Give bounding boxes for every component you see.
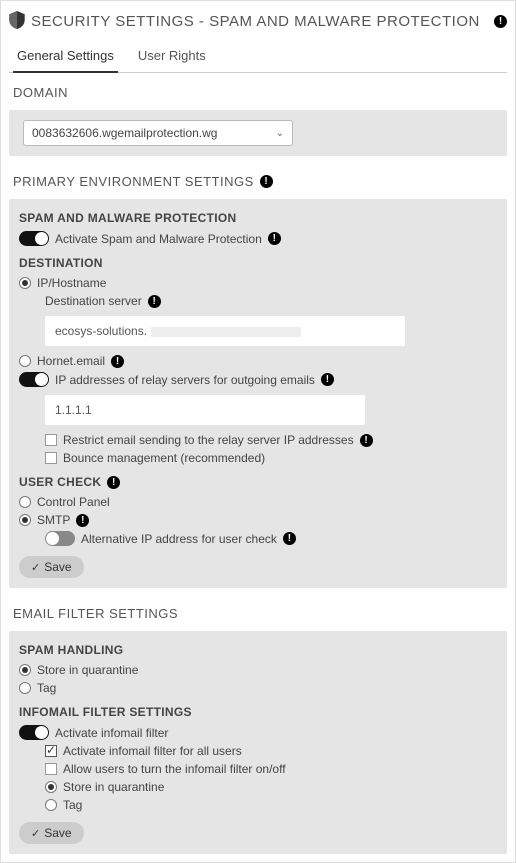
infomail-all-users-label: Activate infomail filter for all users (63, 744, 242, 758)
tab-user-rights[interactable]: User Rights (134, 42, 210, 73)
destination-title: DESTINATION (19, 254, 497, 274)
relay-label: IP addresses of relay servers for outgoi… (55, 373, 315, 387)
activate-spam-toggle[interactable] (19, 231, 49, 246)
infomail-store-radio[interactable] (45, 781, 57, 793)
email-filter-title: EMAIL FILTER SETTINGS (9, 594, 507, 631)
page-title: SECURITY SETTINGS - SPAM AND MALWARE PRO… (31, 13, 488, 30)
destination-ip-radio[interactable] (19, 277, 31, 289)
infomail-tag-radio[interactable] (45, 799, 57, 811)
spam-tag-label: Tag (37, 681, 56, 695)
domain-select[interactable]: 0083632606.wgemailprotection.wg ⌄ (23, 120, 293, 146)
activate-infomail-toggle[interactable] (19, 725, 49, 740)
info-icon[interactable]: ! (268, 232, 281, 245)
info-icon[interactable]: ! (283, 532, 296, 545)
usercheck-controlpanel-label: Control Panel (37, 495, 110, 509)
info-icon[interactable]: ! (107, 476, 120, 489)
info-icon[interactable]: ! (494, 15, 507, 28)
infomail-tag-label: Tag (63, 798, 82, 812)
domain-selected-value: 0083632606.wgemailprotection.wg (32, 126, 217, 140)
chevron-down-icon: ⌄ (276, 128, 284, 139)
save-button[interactable]: ✓ Save (19, 556, 84, 578)
restrict-label: Restrict email sending to the relay serv… (63, 433, 354, 447)
tabs: General Settings User Rights (9, 42, 507, 73)
spam-malware-title: SPAM AND MALWARE PROTECTION (19, 209, 497, 229)
infomail-allow-users-label: Allow users to turn the infomail filter … (63, 762, 286, 776)
infomail-all-users-checkbox[interactable] (45, 745, 57, 757)
infomail-allow-users-checkbox[interactable] (45, 763, 57, 775)
destination-hornet-label: Hornet.email (37, 354, 105, 368)
usercheck-smtp-radio[interactable] (19, 514, 31, 526)
destination-ip-label: IP/Hostname (37, 276, 106, 290)
destination-hornet-radio[interactable] (19, 355, 31, 367)
alt-ip-label: Alternative IP address for user check (81, 532, 277, 546)
info-icon[interactable]: ! (321, 373, 334, 386)
domain-section-title: DOMAIN (9, 73, 507, 110)
activate-spam-label: Activate Spam and Malware Protection (55, 232, 262, 246)
shield-icon (9, 11, 25, 32)
info-icon[interactable]: ! (111, 355, 124, 368)
destination-server-input[interactable]: ecosys-solutions. (45, 316, 405, 346)
info-icon[interactable]: ! (148, 295, 161, 308)
info-icon[interactable]: ! (260, 175, 273, 188)
tab-general-settings[interactable]: General Settings (13, 42, 118, 73)
activate-infomail-label: Activate infomail filter (55, 726, 168, 740)
infomail-store-label: Store in quarantine (63, 780, 164, 794)
spam-store-radio[interactable] (19, 664, 31, 676)
primary-env-title: PRIMARY ENVIRONMENT SETTINGS (13, 174, 254, 189)
restrict-checkbox[interactable] (45, 434, 57, 446)
spam-handling-title: SPAM HANDLING (19, 641, 497, 661)
info-icon[interactable]: ! (76, 514, 89, 527)
bounce-label: Bounce management (recommended) (63, 451, 265, 465)
usercheck-controlpanel-radio[interactable] (19, 496, 31, 508)
check-icon: ✓ (31, 827, 40, 840)
infomail-title: INFOMAIL FILTER SETTINGS (19, 703, 497, 723)
spam-tag-radio[interactable] (19, 682, 31, 694)
alt-ip-toggle[interactable] (45, 531, 75, 546)
relay-toggle[interactable] (19, 372, 49, 387)
destination-server-label: Destination server (45, 294, 142, 308)
info-icon[interactable]: ! (360, 434, 373, 447)
bounce-checkbox[interactable] (45, 452, 57, 464)
usercheck-title: USER CHECK (19, 475, 101, 489)
relay-input[interactable]: 1.1.1.1 (45, 395, 365, 425)
spam-store-label: Store in quarantine (37, 663, 138, 677)
check-icon: ✓ (31, 561, 40, 574)
save-button[interactable]: ✓ Save (19, 822, 84, 844)
usercheck-smtp-label: SMTP (37, 513, 70, 527)
